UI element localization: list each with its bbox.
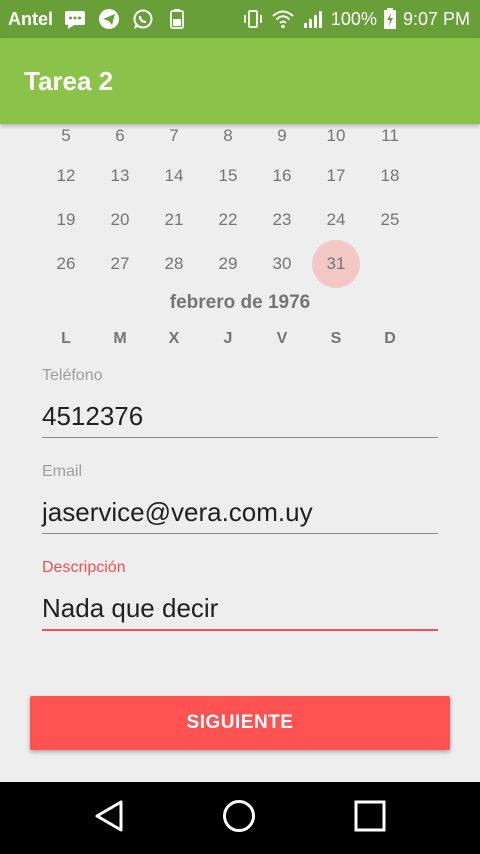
weekday-label: L	[61, 330, 71, 347]
calendar-day[interactable]: 15	[204, 154, 252, 198]
status-left: Antel	[8, 7, 189, 31]
calendar-day[interactable]: 7	[150, 124, 198, 148]
weekday-label: D	[384, 330, 396, 347]
main-content: 5 6 7 8 9 10 11 12 13 14 15 16 17 18 19 …	[0, 124, 480, 782]
weekday-label: S	[330, 330, 342, 347]
calendar-day[interactable]: 23	[258, 198, 306, 242]
status-bar: Antel 100% 9:07 PM	[0, 0, 480, 38]
calendar-day[interactable]: 14	[150, 154, 198, 198]
calendar-day[interactable]: 12	[42, 154, 90, 198]
email-label: Email	[42, 463, 83, 480]
weekday-label: V	[276, 330, 288, 347]
navigation-bar	[0, 782, 480, 854]
calendar-day-selected[interactable]: 31	[312, 242, 360, 286]
calendar-day[interactable]: 19	[42, 198, 90, 242]
clock: 9:07 PM	[402, 8, 470, 29]
calendar-day[interactable]: 16	[258, 154, 306, 198]
home-icon	[222, 799, 256, 838]
app-bar: Tarea 2	[0, 38, 480, 124]
calendar-day[interactable]: 9	[258, 124, 306, 148]
calendar-day[interactable]: 27	[96, 242, 144, 286]
carrier-label: Antel	[8, 8, 53, 29]
description-label: Descripción	[42, 559, 126, 576]
email-field[interactable]: jaservice@vera.com.uy	[42, 497, 313, 528]
description-underline	[42, 629, 438, 631]
back-button[interactable]	[81, 796, 137, 840]
calendar-day[interactable]: 26	[42, 242, 90, 286]
description-field[interactable]: Nada que decir	[42, 593, 218, 624]
calendar-day[interactable]: 21	[150, 198, 198, 242]
calendar-day[interactable]: 20	[96, 198, 144, 242]
month-title: febrero de 1976	[169, 292, 311, 313]
calendar-day[interactable]: 29	[204, 242, 252, 286]
calendar-day[interactable]: 6	[96, 124, 144, 148]
signal-icon	[301, 7, 325, 31]
calendar-day[interactable]: 5	[42, 124, 90, 148]
home-button[interactable]	[211, 796, 267, 840]
battery-charging-icon	[383, 7, 397, 31]
weekday-label: X	[168, 330, 180, 347]
phone-label: Teléfono	[42, 367, 103, 384]
phone-field[interactable]: 4512376	[42, 401, 143, 432]
calendar-day[interactable]: 28	[150, 242, 198, 286]
weekday-label: M	[113, 330, 127, 347]
calendar-day[interactable]: 11	[366, 124, 414, 148]
email-underline	[42, 533, 438, 534]
calendar-day[interactable]: 13	[96, 154, 144, 198]
telegram-icon	[97, 7, 121, 31]
calendar-day[interactable]: 10	[312, 124, 360, 148]
next-button[interactable]: SIGUIENTE	[30, 696, 450, 750]
calendar-day[interactable]: 24	[312, 198, 360, 242]
recents-icon	[353, 799, 387, 838]
calendar-day[interactable]: 22	[204, 198, 252, 242]
back-icon	[93, 799, 125, 838]
recents-button[interactable]	[342, 796, 398, 840]
wifi-icon	[271, 7, 295, 31]
whatsapp-icon	[131, 7, 155, 31]
weekday-label: J	[223, 330, 233, 347]
status-right: 100% 9:07 PM	[241, 7, 470, 31]
calendar-day[interactable]: 30	[258, 242, 306, 286]
vibrate-icon	[241, 7, 265, 31]
calendar-day[interactable]: 18	[366, 154, 414, 198]
phone-underline	[42, 437, 438, 438]
battery-saver-icon	[165, 7, 189, 31]
page-title: Tarea 2	[24, 65, 114, 96]
calendar-day[interactable]: 17	[312, 154, 360, 198]
calendar-day[interactable]: 8	[204, 124, 252, 148]
calendar-day[interactable]: 25	[366, 198, 414, 242]
battery-percent: 100%	[330, 8, 377, 29]
message-icon	[63, 7, 87, 31]
